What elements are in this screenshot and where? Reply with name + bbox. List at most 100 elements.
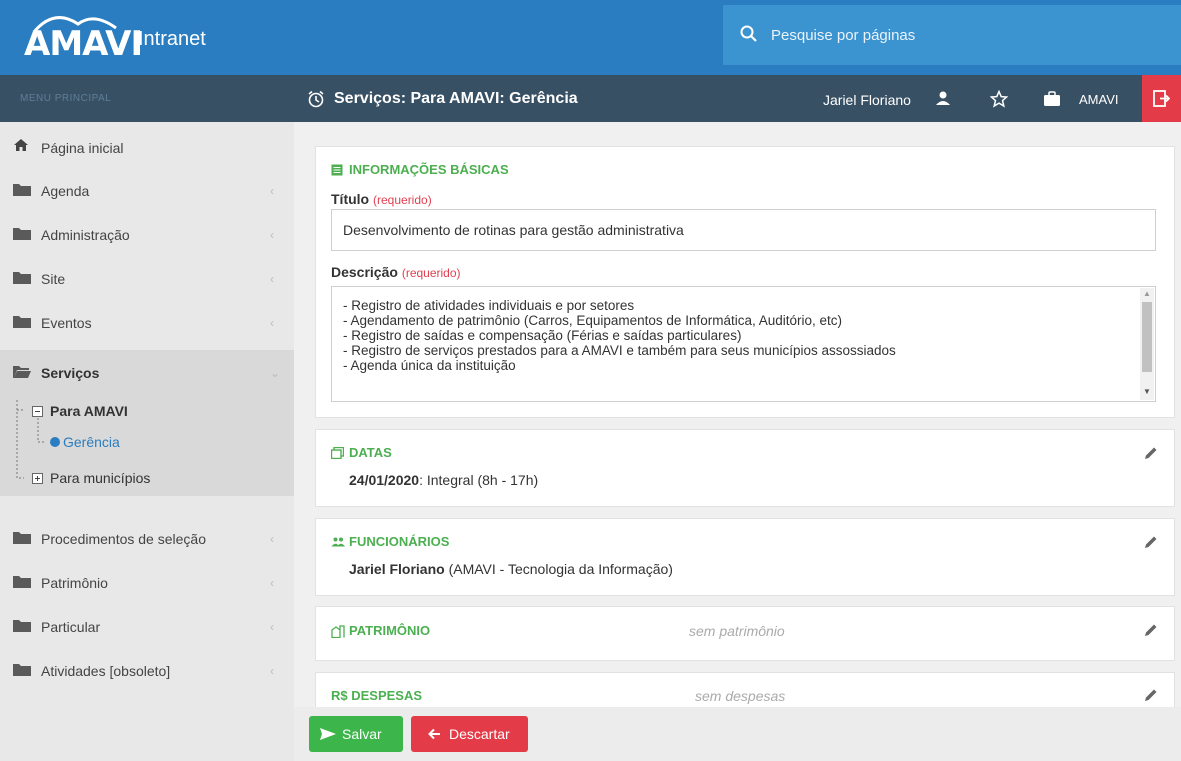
pencil-icon[interactable] bbox=[1143, 687, 1159, 703]
section-title: PATRIMÔNIO bbox=[349, 623, 431, 638]
list-icon bbox=[331, 164, 343, 176]
sidebar: Página inicial Agenda ‹ Administração ‹ … bbox=[0, 122, 294, 761]
amavi-logo[interactable]: AMAVI bbox=[24, 14, 143, 64]
sidebar-item-eventos[interactable]: Eventos ‹ bbox=[0, 308, 294, 348]
tree-item-label: Gerência bbox=[63, 434, 120, 450]
folder-icon bbox=[13, 184, 31, 196]
pencil-icon[interactable] bbox=[1143, 445, 1159, 461]
sidebar-item-particular[interactable]: Particular ‹ bbox=[0, 612, 294, 652]
description-text: - Registro de atividades individuais e p… bbox=[343, 298, 896, 373]
sidebar-item-label: Página inicial bbox=[41, 140, 124, 156]
sidebar-item-patrimonio[interactable]: Patrimônio ‹ bbox=[0, 568, 294, 608]
description-line: - Registro de serviços prestados para a … bbox=[343, 343, 896, 358]
scrollbar-thumb[interactable] bbox=[1142, 302, 1152, 372]
search-bar[interactable]: Pesquise por páginas bbox=[723, 5, 1181, 65]
folder-open-icon bbox=[13, 366, 31, 378]
app-title: Intranet bbox=[138, 28, 206, 50]
description-field-label: Descrição (requerido) bbox=[331, 264, 461, 280]
org-label[interactable]: AMAVI bbox=[1079, 92, 1119, 107]
chevron-right-icon: ‹ bbox=[270, 184, 274, 198]
basic-info-card: INFORMAÇÕES BÁSICAS Título (requerido) D… bbox=[315, 146, 1175, 418]
title-input[interactable]: Desenvolvimento de rotinas para gestão a… bbox=[331, 209, 1156, 251]
employees-card: FUNCIONÁRIOS Jariel Floriano (AMAVI - Te… bbox=[315, 518, 1175, 596]
user-icon[interactable] bbox=[935, 90, 951, 106]
page-title: Serviços: Para AMAVI: Gerência bbox=[334, 90, 578, 107]
sidebar-item-site[interactable]: Site ‹ bbox=[0, 264, 294, 304]
sidebar-item-servicos[interactable]: Serviços ⌄ bbox=[0, 360, 294, 400]
sidebar-item-home[interactable]: Página inicial bbox=[0, 132, 294, 172]
tree-item-gerencia[interactable]: Gerência bbox=[0, 432, 294, 456]
sidebar-item-label: Patrimônio bbox=[41, 575, 108, 591]
briefcase-icon[interactable] bbox=[1043, 91, 1061, 107]
sidebar-item-label: Site bbox=[41, 271, 66, 287]
scroll-down-icon[interactable]: ▼ bbox=[1143, 387, 1151, 396]
folder-icon bbox=[13, 228, 31, 240]
sidebar-item-label: Eventos bbox=[41, 315, 92, 331]
tree-item-para-municipios[interactable]: Para municípios bbox=[0, 468, 294, 492]
expand-icon bbox=[32, 473, 43, 484]
textarea-scrollbar[interactable]: ▲ ▼ bbox=[1140, 288, 1154, 400]
tree-item-label: Para municípios bbox=[50, 470, 151, 486]
logout-icon bbox=[1153, 90, 1170, 107]
expenses-card: R$ DESPESAS sem despesas bbox=[315, 672, 1175, 707]
employee-entry: Jariel Floriano (AMAVI - Tecnologia da I… bbox=[349, 561, 673, 577]
logout-button[interactable] bbox=[1142, 75, 1181, 122]
sidebar-item-procedimentos[interactable]: Procedimentos de seleção ‹ bbox=[0, 524, 294, 564]
section-title: FUNCIONÁRIOS bbox=[349, 534, 450, 549]
expenses-empty-text: sem despesas bbox=[695, 688, 786, 704]
collapse-icon bbox=[32, 406, 43, 417]
sidebar-item-administracao[interactable]: Administração ‹ bbox=[0, 220, 294, 260]
folder-icon bbox=[13, 664, 31, 676]
arrow-left-icon bbox=[428, 728, 440, 740]
sidebar-item-label: Agenda bbox=[41, 183, 90, 199]
sidebar-item-agenda[interactable]: Agenda ‹ bbox=[0, 176, 294, 216]
employee-name: Jariel Floriano bbox=[349, 561, 445, 577]
sidebar-item-atividades[interactable]: Atividades [obsoleto] ‹ bbox=[0, 656, 294, 696]
description-line: - Registro de saídas e compensação (Féri… bbox=[343, 328, 742, 343]
folder-icon bbox=[13, 620, 31, 632]
section-title: INFORMAÇÕES BÁSICAS bbox=[349, 162, 509, 177]
folder-icon bbox=[13, 576, 31, 588]
required-marker: (requerido) bbox=[373, 193, 432, 207]
sidebar-item-label: Administração bbox=[41, 227, 130, 243]
title-input-value: Desenvolvimento de rotinas para gestão a… bbox=[343, 222, 684, 238]
description-line: - Registro de atividades individuais e p… bbox=[343, 298, 635, 313]
save-button[interactable]: Salvar bbox=[309, 716, 403, 752]
calendar-icon bbox=[331, 447, 344, 459]
users-icon bbox=[331, 537, 345, 547]
top-header: AMAVI Intranet Pesquise por páginas bbox=[0, 0, 1181, 75]
section-title: DATAS bbox=[349, 445, 392, 460]
chevron-down-icon: ⌄ bbox=[270, 366, 281, 380]
tree-item-para-amavi[interactable]: Para AMAVI bbox=[0, 401, 294, 425]
search-input[interactable]: Pesquise por páginas bbox=[771, 27, 915, 44]
description-line: - Agenda única da instituição bbox=[343, 358, 516, 373]
scroll-up-icon[interactable]: ▲ bbox=[1143, 289, 1151, 298]
employee-detail: (AMAVI - Tecnologia da Informação) bbox=[444, 561, 673, 577]
required-marker: (requerido) bbox=[401, 266, 461, 280]
pencil-icon[interactable] bbox=[1143, 622, 1159, 638]
date-detail: : Integral (8h - 17h) bbox=[419, 472, 539, 488]
discard-button[interactable]: Descartar bbox=[411, 716, 528, 752]
assets-empty-text: sem patrimônio bbox=[689, 623, 785, 639]
folder-icon bbox=[13, 316, 31, 328]
chevron-right-icon: ‹ bbox=[270, 620, 274, 634]
alarm-clock-icon bbox=[308, 90, 324, 108]
chevron-right-icon: ‹ bbox=[270, 576, 274, 590]
sidebar-item-label: Particular bbox=[41, 619, 101, 635]
star-icon[interactable] bbox=[990, 90, 1008, 108]
title-field-label: Título (requerido) bbox=[331, 191, 432, 207]
chevron-right-icon: ‹ bbox=[270, 316, 274, 330]
dates-card: DATAS 24/01/2020: Integral (8h - 17h) bbox=[315, 429, 1175, 507]
search-icon bbox=[740, 25, 757, 42]
building-icon bbox=[331, 625, 345, 638]
description-textarea[interactable]: - Registro de atividades individuais e p… bbox=[331, 286, 1156, 402]
send-icon bbox=[320, 728, 336, 740]
save-button-label: Salvar bbox=[342, 726, 382, 742]
main-menu-toggle[interactable]: MENU PRINCIPAL bbox=[20, 93, 111, 104]
chevron-right-icon: ‹ bbox=[270, 272, 274, 286]
sidebar-item-label: Serviços bbox=[41, 365, 100, 381]
user-name[interactable]: Jariel Floriano bbox=[823, 92, 911, 108]
pencil-icon[interactable] bbox=[1143, 534, 1159, 550]
section-title: R$ DESPESAS bbox=[331, 688, 423, 703]
navbar: MENU PRINCIPAL Serviços: Para AMAVI: Ger… bbox=[0, 75, 1181, 122]
